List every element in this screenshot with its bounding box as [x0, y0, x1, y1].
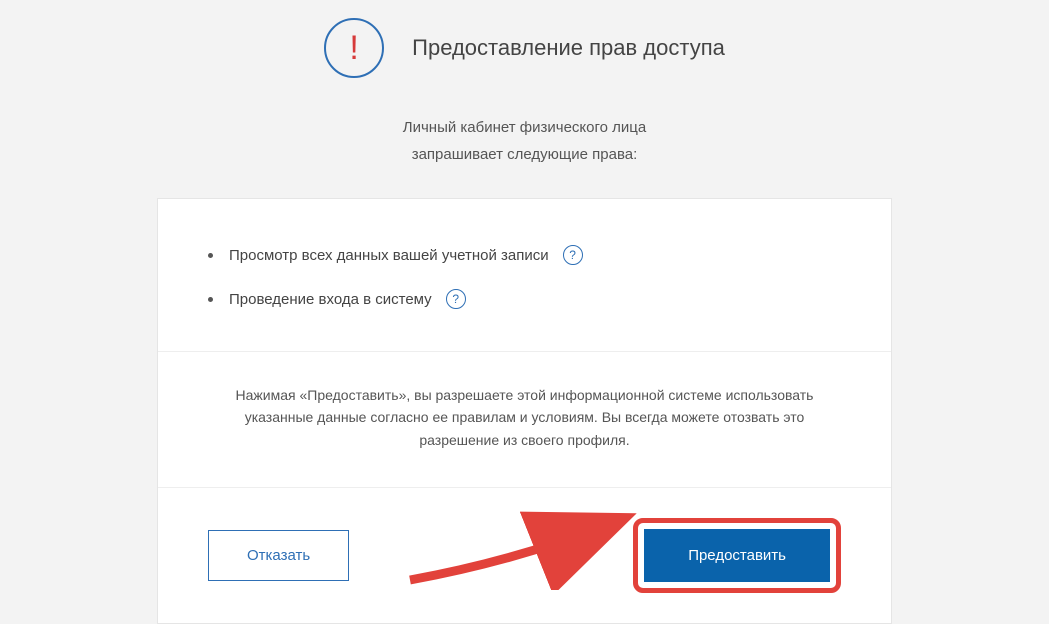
consent-notice: Нажимая «Предоставить», вы разрешаете эт… [158, 352, 891, 488]
page-title: Предоставление прав доступа [412, 35, 725, 61]
subtitle-line-1: Личный кабинет физического лица [0, 114, 1049, 141]
bullet-icon [208, 297, 213, 302]
permission-label: Просмотр всех данных вашей учетной запис… [229, 247, 549, 264]
list-item: Просмотр всех данных вашей учетной запис… [208, 245, 841, 265]
grant-button-highlight: Предоставить [633, 518, 841, 593]
list-item: Проведение входа в систему ? [208, 289, 841, 309]
alert-icon: ! [324, 18, 384, 78]
exclamation-icon: ! [349, 31, 358, 65]
help-icon[interactable]: ? [446, 289, 466, 309]
decline-button[interactable]: Отказать [208, 530, 349, 581]
subtitle-line-2: запрашивает следующие права: [0, 141, 1049, 168]
dialog-header: ! Предоставление прав доступа [0, 0, 1049, 78]
subtitle-block: Личный кабинет физического лица запрашив… [0, 114, 1049, 168]
actions-row: Отказать Предоставить [158, 488, 891, 623]
bullet-icon [208, 253, 213, 258]
grant-button[interactable]: Предоставить [644, 529, 830, 582]
permission-label: Проведение входа в систему [229, 291, 432, 308]
permissions-card: Просмотр всех данных вашей учетной запис… [157, 198, 892, 624]
help-icon[interactable]: ? [563, 245, 583, 265]
permissions-list: Просмотр всех данных вашей учетной запис… [208, 245, 841, 309]
permissions-section: Просмотр всех данных вашей учетной запис… [158, 199, 891, 352]
